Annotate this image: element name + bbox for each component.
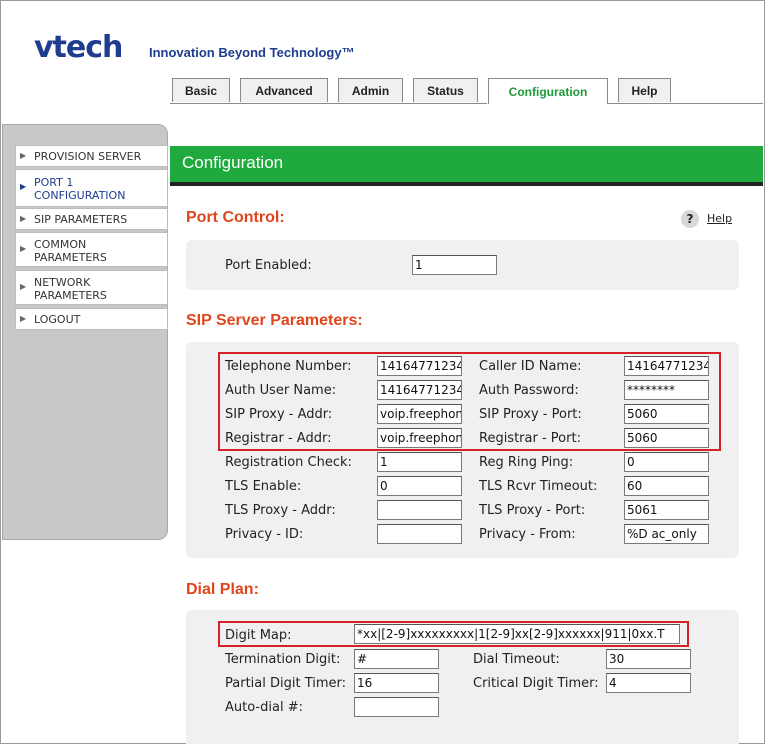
termination-digit-label: Termination Digit:	[225, 652, 341, 667]
tab-status[interactable]: Status	[413, 78, 478, 102]
critical-digit-timer-field[interactable]: 4	[606, 673, 691, 693]
port-enabled-label: Port Enabled:	[225, 258, 312, 273]
sip-proxy-addr-field[interactable]: voip.freephon	[377, 404, 462, 424]
sip-server-title: SIP Server Parameters:	[186, 312, 363, 329]
port-control-title: Port Control:	[186, 209, 285, 226]
tab-basic[interactable]: Basic	[172, 78, 230, 102]
partial-digit-timer-field[interactable]: 16	[354, 673, 439, 693]
reg-ring-ping-label: Reg Ring Ping:	[479, 455, 574, 470]
tab-divider	[607, 103, 763, 104]
arrow-right-icon: ▶	[20, 244, 27, 253]
registrar-addr-field[interactable]: voip.freephon	[377, 428, 462, 448]
sip-proxy-port-field[interactable]: 5060	[624, 404, 709, 424]
privacy-from-label: Privacy - From:	[479, 527, 576, 542]
arrow-right-icon: ▶	[20, 151, 27, 160]
arrow-right-icon: ▶	[20, 182, 27, 191]
sidebar-item-logout[interactable]: ▶ LOGOUT	[15, 308, 168, 330]
tab-admin[interactable]: Admin	[338, 78, 403, 102]
tab-configuration[interactable]: Configuration	[488, 78, 608, 104]
tls-proxy-port-field[interactable]: 5061	[624, 500, 709, 520]
port-enabled-field[interactable]: 1	[412, 255, 497, 275]
registration-check-label: Registration Check:	[225, 455, 352, 470]
registrar-port-field[interactable]: 5060	[624, 428, 709, 448]
sip-proxy-port-label: SIP Proxy - Port:	[479, 407, 582, 422]
dial-timeout-field[interactable]: 30	[606, 649, 691, 669]
auto-dial-label: Auto-dial #:	[225, 700, 303, 715]
partial-digit-timer-label: Partial Digit Timer:	[225, 676, 347, 691]
page-title: Configuration	[182, 153, 284, 172]
tls-enable-label: TLS Enable:	[225, 479, 302, 494]
sidebar-item-provision-server[interactable]: ▶ PROVISION SERVER	[15, 145, 168, 167]
telephone-number-label: Telephone Number:	[225, 359, 352, 374]
arrow-right-icon: ▶	[20, 282, 27, 291]
auth-user-name-label: Auth User Name:	[225, 383, 337, 398]
auto-dial-field[interactable]	[354, 697, 439, 717]
privacy-id-label: Privacy - ID:	[225, 527, 304, 542]
auth-user-name-field[interactable]: 14164771234	[377, 380, 462, 400]
reg-ring-ping-field[interactable]: 0	[624, 452, 709, 472]
sidebar-item-sip-parameters[interactable]: ▶ SIP PARAMETERS	[15, 208, 168, 230]
auth-password-field[interactable]: ********	[624, 380, 709, 400]
tls-enable-field[interactable]: 0	[377, 476, 462, 496]
registration-check-field[interactable]: 1	[377, 452, 462, 472]
telephone-number-field[interactable]: 14164771234	[377, 356, 462, 376]
tls-proxy-addr-label: TLS Proxy - Addr:	[225, 503, 336, 518]
tab-advanced[interactable]: Advanced	[240, 78, 328, 102]
sidebar-item-network-parameters[interactable]: ▶ NETWORK PARAMETERS	[15, 270, 168, 305]
digit-map-field[interactable]: *xx|[2-9]xxxxxxxxx|1[2-9]xx[2-9]xxxxxx|9…	[354, 624, 680, 644]
tab-divider	[170, 103, 487, 104]
help-icon[interactable]: ?	[681, 210, 699, 228]
tls-proxy-addr-field[interactable]	[377, 500, 462, 520]
tls-rcvr-timeout-field[interactable]: 60	[624, 476, 709, 496]
privacy-id-field[interactable]	[377, 524, 462, 544]
registrar-addr-label: Registrar - Addr:	[225, 431, 332, 446]
dial-timeout-label: Dial Timeout:	[473, 652, 560, 667]
digit-map-label: Digit Map:	[225, 628, 292, 643]
brand-tagline: Innovation Beyond Technology™	[149, 45, 355, 60]
help-link[interactable]: Help	[707, 212, 732, 225]
arrow-right-icon: ▶	[20, 314, 27, 323]
page-header: Configuration	[170, 146, 763, 186]
caller-id-name-field[interactable]: 14164771234	[624, 356, 709, 376]
critical-digit-timer-label: Critical Digit Timer:	[473, 676, 599, 691]
sidebar-item-port1-configuration[interactable]: ▶ PORT 1 CONFIGURATION	[15, 169, 168, 207]
arrow-right-icon: ▶	[20, 214, 27, 223]
caller-id-name-label: Caller ID Name:	[479, 359, 582, 374]
vtech-logo: vtech	[34, 30, 123, 65]
termination-digit-field[interactable]: #	[354, 649, 439, 669]
registrar-port-label: Registrar - Port:	[479, 431, 581, 446]
sidebar-item-common-parameters[interactable]: ▶ COMMON PARAMETERS	[15, 232, 168, 267]
tls-rcvr-timeout-label: TLS Rcvr Timeout:	[479, 479, 598, 494]
privacy-from-field[interactable]: %D ac_only	[624, 524, 709, 544]
dial-plan-title: Dial Plan:	[186, 581, 259, 598]
auth-password-label: Auth Password:	[479, 383, 579, 398]
sip-proxy-addr-label: SIP Proxy - Addr:	[225, 407, 333, 422]
tab-help[interactable]: Help	[618, 78, 671, 102]
tls-proxy-port-label: TLS Proxy - Port:	[479, 503, 586, 518]
